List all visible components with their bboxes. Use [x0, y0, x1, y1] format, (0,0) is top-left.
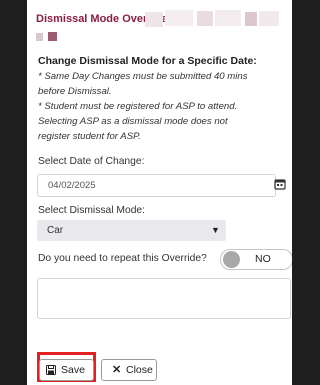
redacted-student-name [215, 10, 241, 26]
dismissal-mode-select[interactable]: Car ▼ [37, 220, 226, 241]
redacted-student-name [259, 11, 279, 26]
redacted-student-name [245, 12, 257, 26]
redacted-student-name [165, 10, 193, 26]
close-icon: ✕ [112, 364, 122, 376]
toggle-state: NO [255, 253, 271, 265]
redacted-student-name [36, 33, 43, 41]
instruction-line: Selecting ASP as a dismissal mode does n… [38, 116, 228, 127]
override-dialog: Dismissal Mode Override Change Dismissal… [27, 0, 292, 385]
dialog-header: Dismissal Mode Override [27, 0, 292, 44]
mode-label: Select Dismissal Mode: [38, 205, 146, 216]
floppy-disk-icon [46, 365, 56, 375]
redacted-student-name [145, 12, 163, 27]
save-button[interactable]: Save [39, 359, 94, 381]
date-label: Select Date of Change: [38, 156, 145, 167]
instruction-line: before Dismissal. [38, 86, 112, 97]
redacted-student-name [197, 11, 213, 26]
instruction-line: * Same Day Changes must be submitted 40 … [38, 71, 248, 82]
notes-textarea[interactable] [37, 278, 291, 319]
close-label: Close [126, 364, 153, 376]
date-input[interactable]: 04/02/2025 [37, 174, 276, 197]
instructions-text: * Same Day Changes must be submitted 40 … [38, 69, 290, 144]
close-button[interactable]: ✕ Close [101, 359, 157, 381]
instruction-line: register student for ASP. [38, 131, 141, 142]
instructions-heading: Change Dismissal Mode for a Specific Dat… [38, 55, 257, 67]
date-value: 04/02/2025 [48, 180, 96, 191]
select-value: Car [47, 225, 64, 236]
repeat-question: Do you need to repeat this Override? [38, 253, 207, 264]
calendar-icon[interactable] [274, 178, 286, 190]
redacted-student-name [48, 32, 57, 41]
chevron-down-icon: ▼ [211, 225, 220, 235]
save-label: Save [61, 364, 85, 376]
repeat-toggle[interactable]: NO [220, 249, 292, 270]
toggle-knob [223, 251, 240, 268]
instruction-line: * Student must be registered for ASP to … [38, 101, 238, 112]
